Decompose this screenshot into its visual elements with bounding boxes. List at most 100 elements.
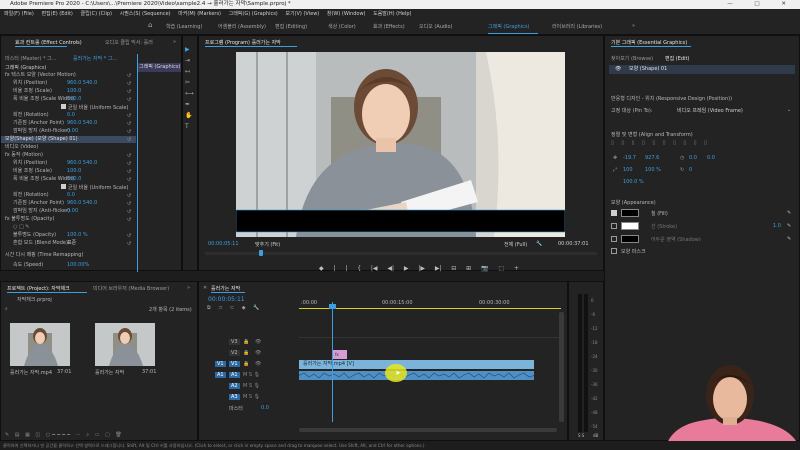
graphic-clip-v2[interactable]: fx — [333, 350, 347, 359]
mark-in-icon[interactable]: | — [333, 265, 335, 273]
workspace-audio[interactable]: 오디오 (Audio) — [419, 23, 453, 30]
eyedropper-icon[interactable]: ✎ — [787, 236, 791, 242]
ec-row-value[interactable]: 100.0 % — [67, 232, 88, 239]
track-label-v2[interactable]: V2 — [229, 350, 240, 356]
subtab-browse[interactable]: 찾아보기 (Browse) — [611, 55, 653, 62]
blend-mode-select[interactable]: 표준 — [67, 240, 76, 247]
program-timecode[interactable]: 00:00:05:11 — [208, 241, 239, 247]
opacity-value[interactable]: 100.0 % — [623, 179, 644, 185]
eye-icon[interactable]: 👁 — [255, 350, 261, 356]
master-volume-value[interactable]: 0.0 — [261, 405, 269, 411]
source-patch-v1[interactable]: V1 — [215, 361, 226, 367]
track-label-v3[interactable]: V3 — [229, 339, 240, 345]
track-mute-solo[interactable]: M S 🎙 — [243, 394, 260, 400]
position-x-value[interactable]: -19.7 — [623, 155, 636, 161]
program-video-frame[interactable] — [236, 52, 565, 237]
track-lock-icon[interactable]: 🔒 — [243, 350, 249, 356]
close-icon[interactable]: ✕ — [203, 285, 207, 291]
fill-checkbox[interactable] — [611, 210, 617, 216]
extract-icon[interactable]: ⊞ — [466, 265, 471, 273]
track-label-a1[interactable]: A1 — [229, 372, 240, 378]
master-clip-selector[interactable]: 마스터 (Master) * 그... — [5, 55, 56, 62]
ec-row-value[interactable]: 100.0 — [67, 176, 81, 183]
lift-icon[interactable]: ⊟ — [451, 265, 456, 273]
ec-row-value[interactable]: 100.0 — [67, 88, 81, 95]
pin-to-select[interactable]: 비디오 프레임 (Video Frame) — [677, 107, 743, 114]
rotation-value[interactable]: 0.0 — [689, 155, 697, 161]
menu-graphics[interactable]: 그래픽(G) (Graphics) — [229, 11, 278, 17]
stroke-width-value[interactable]: 1.0 — [773, 223, 781, 229]
menu-edit[interactable]: 편집(E) (Edit) — [41, 11, 72, 17]
ec-row-label[interactable]: fx 동작 (Motion) — [5, 152, 43, 158]
subtab-edit[interactable]: 편집 (Edit) — [665, 55, 689, 62]
ec-row-value[interactable]: 0.00 — [67, 128, 78, 135]
timeline-timecode[interactable]: 00:00:05:11 — [208, 296, 245, 303]
ec-row-label[interactable]: fx 불투명도 (Opacity) — [5, 216, 54, 222]
fill-swatch[interactable] — [621, 209, 639, 217]
stroke-checkbox[interactable] — [611, 223, 617, 229]
sequence-clip-selector[interactable]: 흘러가는 자막 * 그... — [73, 55, 117, 62]
project-item-name[interactable]: 흘러가는 자막 — [95, 369, 124, 376]
play-icon[interactable]: ▶ — [404, 265, 409, 273]
video-clip-v1[interactable]: 흘러가는 자막.mp4 [V] — [299, 360, 534, 369]
menu-window[interactable]: 창(W) (Window) — [327, 11, 366, 17]
ec-row-value[interactable]: 0.0 — [67, 192, 75, 199]
playback-quality-select[interactable]: 전체 (Full) — [504, 241, 527, 248]
eye-icon[interactable]: 👁 — [255, 361, 261, 367]
type-icon[interactable]: T — [185, 123, 189, 130]
scale-percent-value[interactable]: 100 % — [645, 167, 661, 173]
ec-row-value[interactable]: 100.0 — [67, 96, 81, 103]
razor-icon[interactable]: ✂ — [185, 79, 190, 86]
ec-row-value[interactable]: 960.0 540.0 — [67, 120, 97, 127]
project-item-name[interactable]: 흘러가는 자막.mp4 — [10, 369, 52, 376]
stroke-swatch[interactable] — [621, 222, 639, 230]
ec-row-value[interactable]: 960.0 540.0 — [67, 160, 97, 167]
tab-program-monitor[interactable]: 프로그램 (Program) 흘러가는 자막 — [205, 39, 281, 46]
shape-mask-checkbox[interactable] — [611, 248, 617, 254]
workspace-graphics[interactable]: 그래픽 (Graphics) — [488, 23, 529, 30]
mask-tools[interactable]: ○ □ ✎ — [13, 224, 29, 231]
track-label-a3[interactable]: A3 — [229, 394, 240, 400]
track-label-v1[interactable]: V1 — [229, 361, 240, 367]
ec-row-value[interactable]: 0.00 — [67, 208, 78, 215]
shape-layer-row[interactable]: 모양(Shape) (모양 (Shape) 01) — [5, 136, 78, 142]
audio-clip-a1[interactable] — [298, 371, 535, 380]
ec-row-label[interactable]: 시간 다시 매핑 (Time Remapping) — [5, 252, 83, 258]
anchor-value[interactable]: 0.0 — [707, 155, 715, 161]
eye-icon[interactable]: 👁 — [255, 339, 261, 345]
tab-audio-clip-mixer[interactable]: 오디오 클립 믹서: 흘러 — [105, 39, 153, 46]
workspace-libraries[interactable]: 라이브러리 (Libraries) — [552, 23, 602, 30]
track-select-icon[interactable]: ⇥ — [185, 57, 190, 64]
timeline-playhead[interactable] — [332, 302, 333, 422]
menu-sequence[interactable]: 시퀀스(S) (Sequence) — [120, 11, 171, 17]
vertical-scrollbar[interactable] — [559, 312, 564, 422]
go-to-in-icon[interactable]: { — [357, 265, 361, 273]
project-item-thumb[interactable] — [95, 323, 155, 366]
eyedropper-icon[interactable]: ✎ — [787, 223, 791, 229]
workspace-learning[interactable]: 학습 (Learning) — [166, 23, 202, 30]
home-icon[interactable]: ⌂ — [148, 21, 152, 29]
tab-essential-graphics[interactable]: 기본 그래픽 (Essential Graphics) — [611, 39, 687, 46]
shadow-swatch[interactable] — [621, 235, 639, 243]
ec-row-value[interactable]: 0.0 — [67, 112, 75, 119]
meter-solo-buttons[interactable]: S S — [578, 433, 584, 438]
horizontal-zoom-scrollbar[interactable] — [299, 428, 557, 432]
ec-row-value[interactable]: 960.0 540.0 — [67, 200, 97, 207]
workspace-assembly[interactable]: 어셈블리 (Assembly) — [218, 23, 266, 30]
step-back-icon[interactable]: |◀ — [371, 265, 378, 273]
uniform-scale-checkbox[interactable] — [61, 104, 66, 109]
ec-row-label[interactable]: fx 텍스트 모양 (Vector Motion) — [5, 72, 76, 78]
scrub-bar[interactable] — [205, 252, 597, 255]
track-mute-solo[interactable]: M S 🎙 — [243, 383, 260, 389]
window-controls[interactable]: — □ ✕ — [727, 0, 796, 9]
tab-media-browser[interactable]: 미디어 브라우저 (Media Browser) — [93, 285, 169, 292]
fit-zoom-select[interactable]: 맞추기 (Fit) — [255, 241, 280, 248]
ec-row-value[interactable]: 100.00% — [67, 262, 89, 269]
step-forward-back-icon[interactable]: ◀| — [387, 265, 394, 273]
source-patch-a1[interactable]: A1 — [215, 372, 226, 378]
angle-value[interactable]: 0 — [689, 167, 692, 173]
pen-icon[interactable]: ✒ — [185, 101, 190, 108]
tab-effect-controls[interactable]: 효과 컨트롤 (Effect Controls) — [15, 39, 82, 46]
timeline-tool-icons[interactable]: ⧉ ⊃ ⊂ ◆ 🔧 — [207, 305, 287, 312]
ec-row-value[interactable]: 100.0 — [67, 168, 81, 175]
